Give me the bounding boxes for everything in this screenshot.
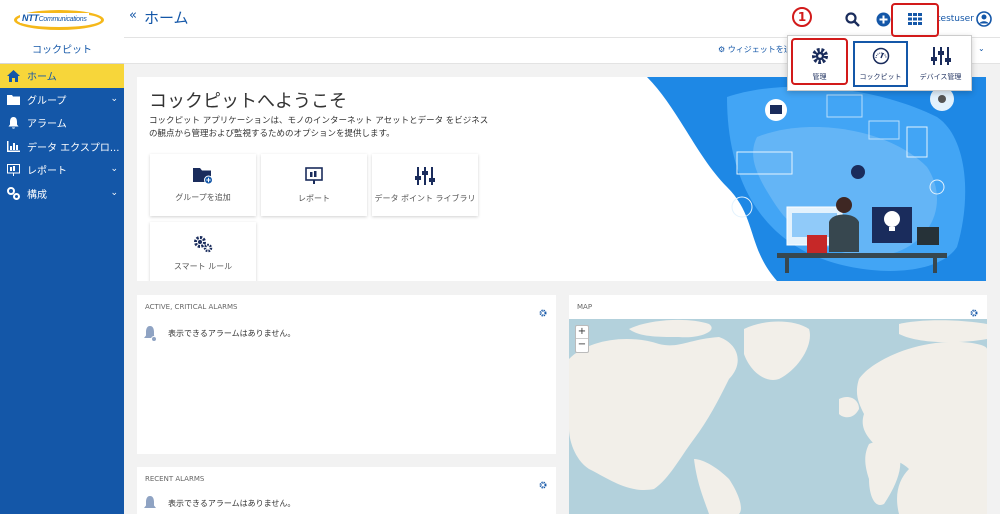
app-cockpit[interactable]: コックピット [853, 41, 908, 87]
widget-title: MAP [577, 303, 593, 311]
page-title: ホーム [144, 9, 189, 27]
report-icon [305, 166, 323, 189]
collapse-sidebar-icon[interactable]: « [129, 8, 137, 23]
chevron-down-icon: ⌄ [110, 164, 118, 174]
home-icon [6, 69, 20, 83]
device-icon [930, 46, 952, 67]
map-tiles [569, 319, 987, 514]
logo-area: NTTCommunications [0, 0, 124, 40]
welcome-widget: コックピットへようこそ コックピット アプリケーションは、モノのインターネット … [137, 77, 986, 281]
gauge-icon [872, 47, 890, 67]
sidebar-item-home[interactable]: ホーム [0, 64, 124, 88]
config-icon [6, 186, 20, 200]
tile-data-point-library[interactable]: データ ポイント ライブラリ [372, 154, 478, 216]
app-label: デバイス管理 [919, 72, 962, 81]
folder-icon [6, 92, 20, 106]
gears-icon [193, 235, 213, 257]
active-critical-alarms-widget: ACTIVE, CRITICAL ALARMS 表示できるアラームはありません。 [137, 295, 556, 454]
chevron-down-icon: ⌄ [110, 187, 118, 198]
tile-label: レポート [298, 193, 330, 203]
empty-alarms-message: 表示できるアラームはありません。 [143, 495, 295, 512]
search-icon[interactable] [843, 10, 861, 28]
add-icon[interactable] [874, 10, 892, 28]
tile-add-group[interactable]: グループを追加 [150, 154, 256, 216]
tile-reports[interactable]: レポート [261, 154, 367, 216]
sidebar-item-config[interactable]: 構成 ⌄ [0, 182, 124, 206]
recent-alarms-widget: RECENT ALARMS 表示できるアラームはありません。 [137, 467, 556, 514]
zoom-out-button[interactable]: − [576, 339, 588, 352]
sidebar-item-label: グループ [27, 95, 67, 107]
tile-label: グループを追加 [175, 193, 231, 202]
sidebar-item-groups[interactable]: グループ ⌄ [0, 88, 124, 112]
app-device-management[interactable]: デバイス管理 [913, 41, 968, 87]
sliders-icon [415, 166, 435, 189]
welcome-description: コックピット アプリケーションは、モノのインターネット アセットとデータ をビジ… [149, 116, 489, 139]
map-zoom-control: + − [575, 325, 589, 353]
iot-illustration [647, 77, 986, 281]
bell-icon [144, 326, 157, 342]
step-number-annotation: 1 [792, 7, 812, 27]
user-avatar-icon[interactable] [975, 10, 993, 28]
highlight-app-switcher [891, 3, 939, 37]
top-header: « ホーム testuser [124, 0, 1000, 38]
sidebar: NTTCommunications コックピット ホーム グループ ⌄ アラーム… [0, 0, 124, 514]
sidebar-item-label: レポート [27, 166, 67, 178]
sidebar-item-label: アラーム [27, 119, 67, 131]
add-widget-button[interactable]: ⚙ ウィジェットを追 [718, 44, 792, 55]
bell-icon [6, 116, 20, 130]
gear-icon[interactable] [539, 474, 547, 493]
app-name: コックピット [0, 40, 124, 64]
empty-alarms-message: 表示できるアラームはありません。 [143, 325, 295, 342]
ntt-logo[interactable]: NTTCommunications [10, 7, 114, 33]
bell-icon [144, 496, 156, 508]
sidebar-item-data-explorer[interactable]: データ エクスプロ... [0, 135, 124, 159]
username[interactable]: testuser [937, 14, 974, 24]
world-map[interactable]: + − [569, 319, 987, 514]
zoom-in-button[interactable]: + [576, 326, 588, 339]
welcome-title: コックピットへようこそ [149, 91, 347, 112]
highlight-administration [791, 38, 848, 85]
sidebar-item-label: 構成 [27, 189, 47, 201]
sidebar-item-label: データ エクスプロ... [27, 142, 120, 154]
more-options-icon[interactable]: ⌄ [978, 44, 985, 53]
tile-label: データ ポイント ライブラリ [374, 193, 476, 203]
report-icon [6, 163, 20, 177]
sidebar-item-alarms[interactable]: アラーム [0, 111, 124, 135]
tile-smart-rules[interactable]: スマート ルール [150, 222, 256, 281]
app-label: コックピット [859, 72, 902, 81]
widget-title: ACTIVE, CRITICAL ALARMS [145, 303, 238, 311]
tile-label: スマート ルール [173, 261, 233, 271]
sidebar-item-label: ホーム [27, 72, 57, 84]
sidebar-item-reports[interactable]: レポート ⌄ [0, 158, 124, 182]
chart-icon [6, 139, 20, 153]
folder-add-icon [193, 167, 213, 188]
gear-icon[interactable] [539, 302, 547, 321]
map-widget: MAP + − [569, 295, 987, 514]
widget-title: RECENT ALARMS [145, 475, 205, 483]
chevron-down-icon: ⌄ [110, 93, 118, 104]
